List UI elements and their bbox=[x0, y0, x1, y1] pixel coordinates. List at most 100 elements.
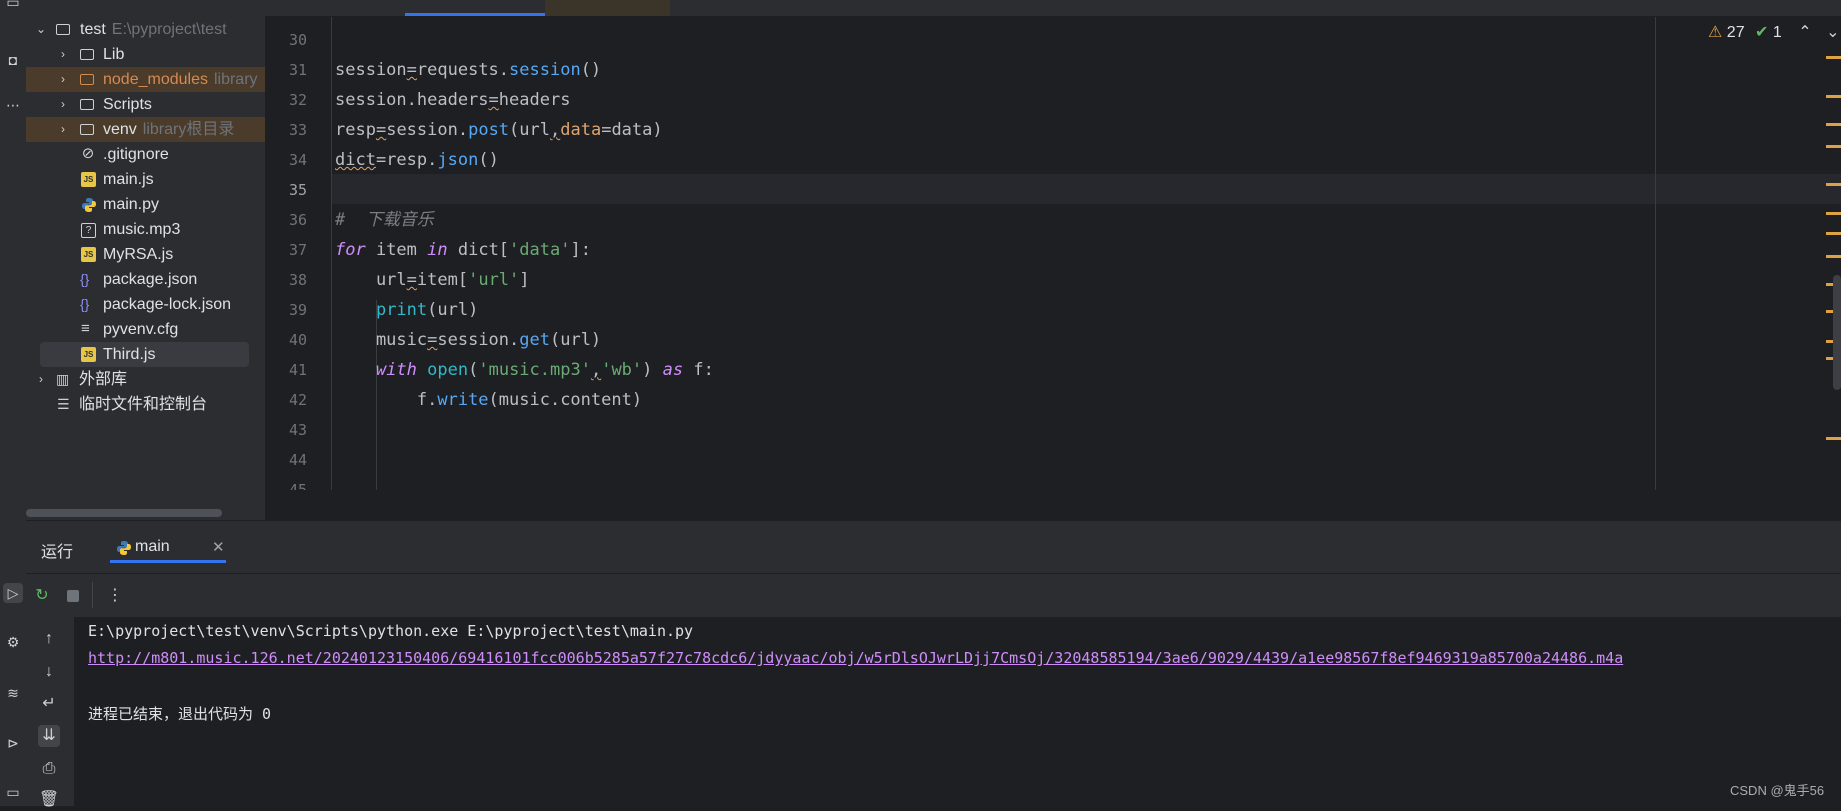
line-number: 31 bbox=[288, 61, 307, 79]
horizontal-scrollbar[interactable] bbox=[26, 509, 222, 517]
more-options-icon[interactable]: ⋮ bbox=[104, 585, 126, 607]
tree-item-third-js[interactable]: JS Third.js bbox=[40, 342, 249, 367]
folder-icon bbox=[80, 74, 94, 85]
editor-tab[interactable] bbox=[545, 0, 670, 16]
tree-item-venv[interactable]: › venv library根目录 bbox=[26, 117, 265, 142]
code-line-31: session=requests.session() bbox=[335, 60, 602, 80]
arrow-up-icon[interactable]: ↑ bbox=[38, 628, 60, 650]
tree-item-label: Third.js bbox=[103, 346, 156, 363]
active-tab-indicator bbox=[110, 560, 226, 563]
code-line-38: url=item['url'] bbox=[335, 270, 530, 290]
warning-stripe-marker[interactable] bbox=[1826, 255, 1841, 258]
tree-item-label: Scripts bbox=[103, 96, 152, 113]
scratches-icon: ☰ bbox=[57, 396, 70, 412]
js-file-icon: JS bbox=[81, 172, 96, 187]
tree-item-myrsa-js[interactable]: JS MyRSA.js bbox=[26, 242, 265, 267]
trash-icon[interactable]: 🗑 bbox=[38, 789, 60, 811]
tree-item-gitignore[interactable]: ⊘ .gitignore bbox=[26, 142, 265, 167]
tree-root-test[interactable]: ⌄ test E:\pyproject\test bbox=[26, 17, 265, 42]
run-tool-icon[interactable]: ▷ bbox=[3, 583, 23, 603]
tree-item-label: main.py bbox=[103, 196, 160, 213]
chevron-down-icon[interactable]: ⌄ bbox=[34, 17, 48, 42]
warning-icon: ⚠ bbox=[1708, 24, 1723, 41]
tree-item-music-mp3[interactable]: ? music.mp3 bbox=[26, 217, 265, 242]
ok-count: 1 bbox=[1772, 24, 1782, 41]
line-number: 33 bbox=[288, 121, 307, 139]
tree-item-node-modules[interactable]: › node_modules library bbox=[26, 67, 265, 92]
rerun-icon[interactable]: ↻ bbox=[31, 585, 53, 607]
project-icon[interactable]: ▭ bbox=[3, 0, 23, 12]
code-line-40: music=session.get(url) bbox=[335, 330, 602, 350]
soft-wrap-icon[interactable]: ↵ bbox=[38, 693, 60, 715]
tree-item-main-py[interactable]: main.py bbox=[26, 192, 265, 217]
tree-root-label: test E:\pyproject\test bbox=[80, 21, 227, 38]
run-tab-main[interactable]: main ✕ bbox=[110, 533, 238, 563]
close-icon[interactable]: ✕ bbox=[212, 538, 225, 556]
terminal-icon[interactable]: ▭ bbox=[3, 782, 23, 802]
line-number: 37 bbox=[288, 241, 307, 259]
more-tools-icon[interactable]: ⋯ bbox=[3, 95, 23, 115]
tree-item-scripts[interactable]: › Scripts bbox=[26, 92, 265, 117]
chevron-up-icon[interactable]: ⌃ bbox=[1798, 24, 1811, 41]
toolbar-divider bbox=[92, 582, 93, 608]
line-number: 35 bbox=[288, 181, 307, 199]
line-number: 30 bbox=[288, 31, 307, 49]
run-tool-window-header: 运行 main ✕ bbox=[26, 520, 1841, 574]
tree-item-external-libraries[interactable]: › ▥ 外部库 bbox=[26, 367, 265, 392]
tree-item-label: Lib bbox=[103, 46, 125, 63]
stop-icon[interactable] bbox=[67, 590, 79, 602]
tree-item-lib[interactable]: › Lib bbox=[26, 42, 265, 67]
tree-item-package-json[interactable]: {} package.json bbox=[26, 267, 265, 292]
chevron-right-icon[interactable]: › bbox=[56, 42, 70, 67]
console-output[interactable] bbox=[74, 617, 1841, 806]
line-number: 32 bbox=[288, 91, 307, 109]
console-link[interactable]: http://m801.music.126.net/20240123150406… bbox=[88, 649, 1623, 667]
ignore-file-icon: ⊘ bbox=[81, 145, 95, 162]
layers-icon[interactable]: ≋ bbox=[3, 683, 23, 703]
warning-stripe-marker[interactable] bbox=[1826, 145, 1841, 148]
code-line-36: # 下载音乐 bbox=[335, 210, 434, 230]
tree-item-pyvenv-cfg[interactable]: ≡ pyvenv.cfg bbox=[26, 317, 265, 342]
warning-stripe-marker[interactable] bbox=[1826, 123, 1841, 126]
warning-stripe-marker[interactable] bbox=[1826, 212, 1841, 215]
chevron-right-icon[interactable]: › bbox=[34, 367, 48, 392]
services-icon[interactable]: ⊳ bbox=[3, 733, 23, 753]
console-side-toolbar: ↑ ↓ ↵ ⇊ ⎙ 🗑 bbox=[26, 617, 74, 808]
inspection-widget[interactable]: ⚠ 27 ✔ 1 ⌃ ⌄ bbox=[1708, 22, 1840, 42]
code-line-39: print(url) bbox=[375, 300, 479, 320]
run-tab-label: main bbox=[135, 538, 170, 555]
vertical-scrollbar[interactable] bbox=[1833, 275, 1841, 390]
tree-item-scratches[interactable]: ☰ 临时文件和控制台 bbox=[26, 392, 265, 417]
tree-item-label: 外部库 bbox=[79, 371, 128, 388]
project-tool-window: ⌄ test E:\pyproject\test › Lib › node_mod… bbox=[26, 0, 265, 520]
tree-item-label: music.mp3 bbox=[103, 221, 181, 238]
tree-item-package-lock-json[interactable]: {} package-lock.json bbox=[26, 292, 265, 317]
active-tab-indicator bbox=[405, 13, 545, 16]
print-icon[interactable]: ⎙ bbox=[38, 758, 60, 780]
tool-window-strip: ▭ ◘ ⋯ ▷ ⚙ ≋ ⊳ ▭ bbox=[0, 0, 27, 806]
code-line-32: session.headers=headers bbox=[335, 90, 571, 110]
js-file-icon: JS bbox=[81, 347, 96, 362]
folder-icon bbox=[80, 99, 94, 110]
warning-stripe-marker[interactable] bbox=[1826, 56, 1841, 59]
arrow-down-icon[interactable]: ↓ bbox=[38, 661, 60, 683]
console-command-line: E:\pyproject\test\venv\Scripts\python.ex… bbox=[88, 622, 694, 640]
json-file-icon: {} bbox=[80, 296, 90, 312]
chevron-right-icon[interactable]: › bbox=[56, 92, 70, 117]
commit-icon[interactable]: ◘ bbox=[3, 50, 23, 70]
line-number: 42 bbox=[288, 391, 307, 409]
warning-stripe-marker[interactable] bbox=[1826, 437, 1841, 440]
tree-item-label: venv library根目录 bbox=[103, 121, 235, 138]
chevron-right-icon[interactable]: › bbox=[56, 67, 70, 92]
chevron-down-icon[interactable]: ⌄ bbox=[1826, 24, 1839, 41]
scroll-to-end-icon[interactable]: ⇊ bbox=[38, 725, 60, 747]
warning-stripe-marker[interactable] bbox=[1826, 95, 1841, 98]
chevron-right-icon[interactable]: › bbox=[56, 117, 70, 142]
warning-stripe-marker[interactable] bbox=[1826, 183, 1841, 186]
line-number: 45 bbox=[288, 481, 307, 490]
tree-item-main-js[interactable]: JS main.js bbox=[26, 167, 265, 192]
line-number: 41 bbox=[288, 361, 307, 379]
python-packages-icon[interactable]: ⚙ bbox=[3, 632, 23, 652]
folder-icon bbox=[80, 49, 94, 60]
warning-stripe-marker[interactable] bbox=[1826, 232, 1841, 235]
